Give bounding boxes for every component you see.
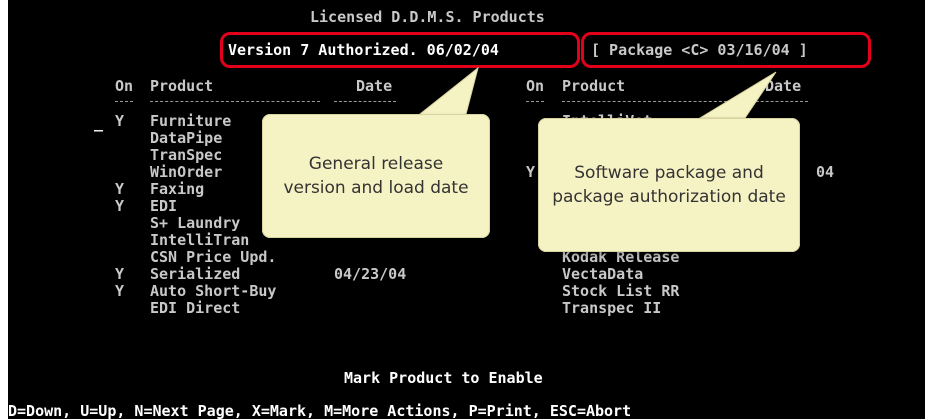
- right-callout-pointer: [698, 71, 777, 119]
- callout-left-line2: version and load date: [283, 178, 469, 198]
- callout-right-line1: Software package and: [574, 163, 764, 183]
- left-callout-pointer: [413, 66, 479, 119]
- callout-software-package: Software package and package authorizati…: [538, 118, 800, 252]
- callout-general-release: General release version and load date: [262, 114, 490, 238]
- callout-right-line2: package authorization date: [552, 187, 786, 207]
- callout-left-line1: General release: [308, 154, 444, 174]
